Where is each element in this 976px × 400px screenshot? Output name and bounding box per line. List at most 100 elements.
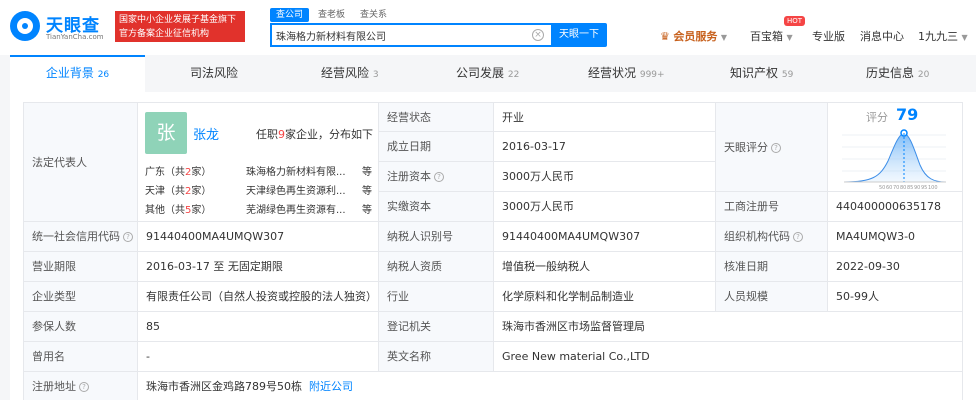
tab-company-background[interactable]: 企业背景 26 [10, 55, 145, 92]
clear-icon[interactable]: × [532, 29, 544, 41]
toolbox-label: 百宝箱 [750, 30, 783, 43]
region-company-link[interactable]: 天津绿色再生资源利... [246, 182, 346, 197]
help-icon[interactable]: ? [793, 232, 803, 242]
user-menu[interactable]: 1九九三 ▼ [918, 28, 968, 44]
rating-label: 天眼评分? [716, 102, 828, 192]
region-name: 天津（共 [145, 186, 185, 197]
score-tick: 90 [914, 185, 920, 191]
crown-icon: ♛ [660, 30, 670, 43]
score-tick: 100 [928, 185, 938, 191]
toolbox-link[interactable]: 百宝箱 ▼ [750, 28, 793, 44]
message-center-link[interactable]: 消息中心 [860, 28, 904, 44]
logo-url: TianYanCha.com [46, 33, 104, 41]
region-company-link[interactable]: 珠海格力新材料有限... [246, 163, 346, 178]
score-tick: 85 [907, 185, 913, 191]
tab-count: 3 [372, 70, 379, 80]
legal-rep-label: 法定代表人 [23, 102, 138, 222]
score-distribution-chart: 50 60 70 80 85 90 95 100 [842, 129, 947, 191]
paid-capital-value: 3000万人民币 [494, 192, 716, 222]
rating-label-text: 天眼评分 [724, 141, 768, 154]
help-icon[interactable]: ? [434, 172, 444, 182]
vip-service-link[interactable]: ♛ 会员服务 ▼ [660, 28, 727, 44]
founded-value: 2016-03-17 [494, 132, 716, 162]
region-suffix: 家） [191, 167, 212, 178]
eye-logo-icon [10, 11, 40, 41]
region-more-link[interactable]: 等 [362, 182, 372, 197]
tab-label: 司法风险 [190, 66, 239, 80]
tab-label: 经营状况 [588, 66, 637, 80]
authority-value: 珠海市香洲区市场监督管理局 [494, 312, 963, 342]
tab-judicial-risk[interactable]: 司法风险 [190, 55, 238, 92]
biz-reg-no-value: 440400000635178 [828, 192, 963, 222]
company-type-value: 有限责任公司（自然人投资或控股的法人独资） [138, 282, 379, 312]
search-type-tabs: 查公司 查老板 查关系 [270, 8, 393, 22]
help-icon[interactable]: ? [123, 232, 133, 242]
official-banner[interactable]: 国家中小企业发展子基金旗下 官方备案企业征信机构 [115, 11, 245, 42]
region-row: 其他（共5家） [145, 201, 211, 216]
credit-code-label: 统一社会信用代码? [23, 222, 138, 252]
address-label: 注册地址? [23, 372, 138, 400]
reg-capital-label: 注册资本? [379, 162, 494, 192]
tab-history[interactable]: 历史信息 20 [866, 55, 929, 92]
search-button[interactable]: 天眼一下 [551, 23, 607, 47]
org-code-label: 组织机构代码? [716, 222, 828, 252]
staff-label: 人员规模 [716, 282, 828, 312]
taxpayer-qual-label: 纳税人资质 [379, 252, 494, 282]
tab-search-relation[interactable]: 查关系 [354, 8, 393, 22]
help-icon[interactable]: ? [771, 143, 781, 153]
tab-label: 公司发展 [456, 66, 505, 80]
logo[interactable]: 天眼查 TianYanCha.com [10, 9, 110, 45]
term-label: 营业期限 [23, 252, 138, 282]
nearby-companies-link[interactable]: 附近公司 [309, 380, 353, 393]
tab-label: 历史信息 [866, 66, 915, 80]
status-value: 开业 [494, 102, 716, 132]
summary-count: 9 [278, 128, 285, 141]
summary-pre: 任职 [256, 128, 278, 141]
tab-operating-risk[interactable]: 经营风险 3 [321, 55, 379, 92]
paid-capital-label: 实缴资本 [379, 192, 494, 222]
region-more-link[interactable]: 等 [362, 201, 372, 216]
reg-capital-value: 3000万人民币 [494, 162, 716, 192]
user-name: 1九九三 [918, 30, 958, 43]
pro-version-link[interactable]: 专业版 [812, 28, 845, 44]
vip-label: 会员服务 [673, 30, 718, 43]
address-text: 珠海市香洲区金鸡路789号50栋 [146, 380, 302, 393]
founded-label: 成立日期 [379, 132, 494, 162]
org-code-value: MA4UMQW3-0 [828, 222, 963, 252]
tab-label: 经营风险 [321, 66, 370, 80]
tab-count: 999+ [639, 70, 665, 80]
tab-search-boss[interactable]: 查老板 [312, 8, 351, 22]
legal-rep-name[interactable]: 张龙 [193, 124, 219, 143]
tab-count: 26 [97, 70, 110, 80]
score-widget[interactable]: 评分 79 50 60 70 80 85 90 95 100 [842, 105, 952, 193]
industry-value: 化学原料和化学制品制造业 [494, 282, 716, 312]
score-tick: 50 [879, 185, 885, 191]
tab-count: 59 [781, 70, 794, 80]
region-company-link[interactable]: 芜湖绿色再生资源有... [246, 201, 346, 216]
search-input[interactable] [272, 25, 527, 45]
tab-company-development[interactable]: 公司发展 22 [456, 55, 519, 92]
banner-line2: 官方备案企业征信机构 [119, 29, 210, 39]
address-label-text: 注册地址 [32, 380, 76, 393]
tab-count: 20 [917, 70, 930, 80]
score-tick: 80 [900, 185, 906, 191]
avatar[interactable]: 张 [145, 112, 187, 154]
tab-label: 企业背景 [45, 66, 94, 80]
tab-business-status[interactable]: 经营状况 999+ [588, 55, 665, 92]
tab-intellectual-property[interactable]: 知识产权 59 [730, 55, 793, 92]
chevron-down-icon: ▼ [961, 33, 968, 42]
section-tabs: 企业背景 26 司法风险 经营风险 3 公司发展 22 经营状况 999+ 知识… [10, 55, 976, 92]
tab-search-company[interactable]: 查公司 [270, 8, 310, 22]
authority-label: 登记机关 [379, 312, 494, 342]
credit-code-label-text: 统一社会信用代码 [32, 230, 120, 243]
chevron-down-icon: ▼ [786, 33, 793, 42]
former-name-label: 曾用名 [23, 342, 138, 372]
credit-code-value: 91440400MA4UMQW307 [138, 222, 379, 252]
region-row: 天津（共2家） [145, 182, 211, 197]
address-value: 珠海市香洲区金鸡路789号50栋 附近公司 [138, 372, 963, 400]
industry-label: 行业 [379, 282, 494, 312]
summary-post: 家企业，分布如下 [285, 128, 373, 141]
region-more-link[interactable]: 等 [362, 163, 372, 178]
region-name: 广东（共 [145, 167, 185, 178]
help-icon[interactable]: ? [79, 382, 89, 392]
